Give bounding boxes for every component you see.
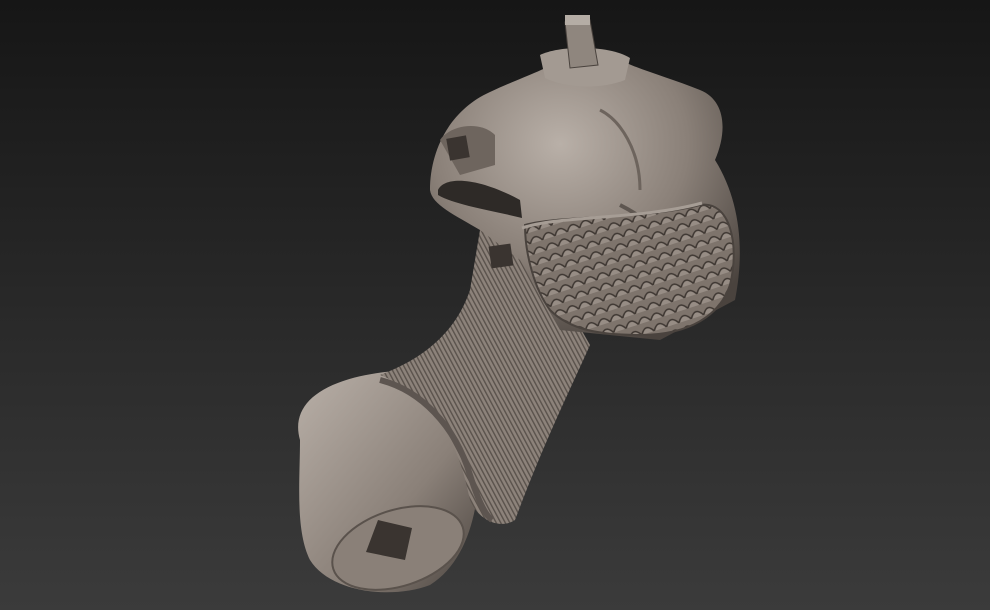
- scale-bodice: [523, 203, 735, 337]
- waist-square: [488, 243, 514, 269]
- sculpt-viewport[interactable]: [0, 0, 990, 610]
- shoulder-square: [446, 135, 470, 161]
- neck-peg-top: [565, 15, 590, 25]
- sculpt-scene: [0, 0, 990, 610]
